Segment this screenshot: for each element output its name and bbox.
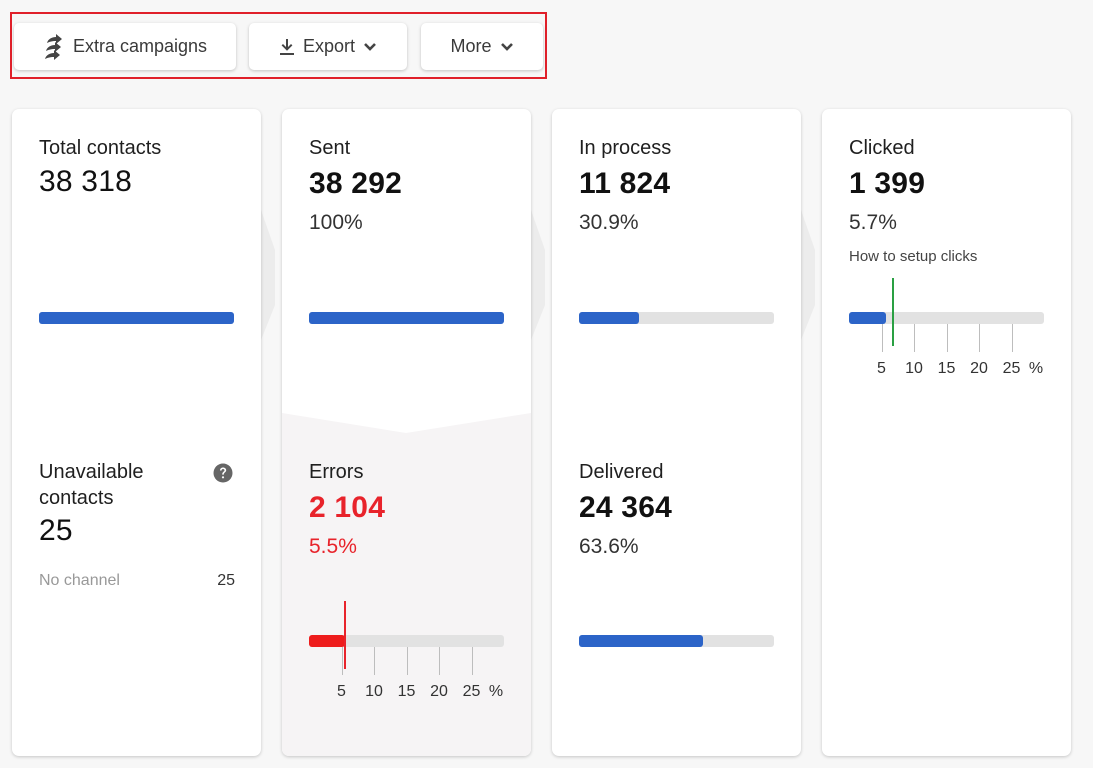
export-button[interactable]: Export (249, 23, 407, 70)
action-toolbar: Extra campaigns Export More (10, 12, 547, 79)
clicked-card: Clicked 1 399 5.7% How to setup clicks 5… (822, 109, 1071, 756)
extra-campaigns-button[interactable]: Extra campaigns (14, 23, 236, 70)
errors-bar-fill (309, 635, 345, 647)
total-contacts-bar (39, 312, 234, 324)
in-process-bar (579, 312, 774, 324)
sent-bar-fill (309, 312, 504, 324)
more-label: More (450, 36, 492, 56)
scale-tick (1011, 324, 1013, 352)
triple-arrow-icon (43, 33, 65, 60)
scale-tick (439, 647, 440, 675)
scale-tick-label: 20 (430, 683, 448, 700)
chevron-down-icon (363, 42, 377, 52)
errors-bar: 5 10 15 20 25% (309, 601, 504, 700)
delivered-value: 24 364 (579, 491, 672, 524)
delivered-label: Delivered (579, 461, 664, 483)
total-contacts-value: 38 318 (39, 165, 132, 198)
scale-tick (471, 647, 473, 675)
chevron-down-icon (500, 42, 514, 52)
export-label: Export (302, 36, 356, 56)
scale-tick (979, 324, 980, 352)
scale-tick-label: 15 (937, 360, 956, 377)
scale-unit-label: % (488, 683, 504, 700)
scale-tick-label: 20 (970, 360, 988, 377)
scale-unit-label: % (1028, 360, 1044, 377)
in-process-label: In process (579, 137, 672, 159)
funnel-connector (801, 210, 823, 340)
scale-tick (341, 647, 343, 675)
sent-label: Sent (309, 137, 351, 159)
clicked-value: 1 399 (849, 167, 926, 200)
errors-marker (343, 601, 346, 669)
clicked-bar-fill (849, 312, 887, 324)
total-contacts-label: Total contacts (39, 137, 162, 159)
question-circle-icon[interactable] (213, 463, 233, 483)
scale-tick (881, 324, 883, 352)
scale-tick (946, 324, 948, 352)
extra-campaigns-label: Extra campaigns (72, 36, 208, 56)
scale-tick-label: 10 (905, 360, 923, 377)
scale-tick-label: 25 (462, 683, 481, 700)
delivered-bar (579, 635, 774, 647)
setup-clicks-link[interactable]: How to setup clicks (849, 248, 977, 265)
scale-tick-label: 5 (337, 683, 346, 700)
clicked-benchmark-marker (892, 278, 895, 346)
scale-tick (374, 647, 375, 675)
sent-percent: 100% (309, 211, 363, 234)
funnel-connector (261, 210, 283, 340)
clicked-label: Clicked (849, 137, 915, 159)
scale-tick-label: 10 (365, 683, 383, 700)
scale-tick-label: 25 (1002, 360, 1021, 377)
unavailable-contacts-label-line1: Unavailable (39, 461, 144, 483)
errors-percent: 5.5% (309, 535, 357, 558)
total-contacts-card: Total contacts 38 318 Unavailable contac… (12, 109, 261, 756)
errors-value: 2 104 (309, 491, 386, 524)
unavailable-contacts-label-line2: contacts (39, 487, 114, 509)
scale-tick-label: 15 (397, 683, 416, 700)
delivered-percent: 63.6% (579, 535, 639, 558)
download-icon (279, 38, 295, 56)
in-process-value: 11 824 (579, 167, 671, 200)
delivered-bar-fill (579, 635, 704, 647)
in-process-percent: 30.9% (579, 211, 639, 234)
scale-tick-label: 5 (877, 360, 886, 377)
in-process-card: In process 11 824 30.9% Delivered 24 364… (552, 109, 801, 756)
errors-section (282, 399, 531, 756)
scale-tick (914, 324, 915, 352)
errors-label: Errors (309, 461, 364, 483)
unavailable-contacts-value: 25 (39, 514, 73, 547)
clicked-percent: 5.7% (849, 211, 897, 234)
more-button[interactable]: More (421, 23, 543, 70)
in-process-bar-fill (579, 312, 640, 324)
clicked-bar: 5 10 15 20 25% (849, 278, 1044, 377)
total-contacts-bar-fill (39, 312, 234, 324)
no-channel-value: 25 (217, 572, 235, 589)
sent-bar (309, 312, 504, 324)
no-channel-label: No channel (39, 572, 120, 589)
funnel-connector (531, 210, 553, 340)
scale-tick (406, 647, 408, 675)
sent-card: Sent 38 292 100% Errors 2 104 5.5% 5 10 15… (282, 109, 531, 756)
sent-value: 38 292 (309, 167, 402, 200)
